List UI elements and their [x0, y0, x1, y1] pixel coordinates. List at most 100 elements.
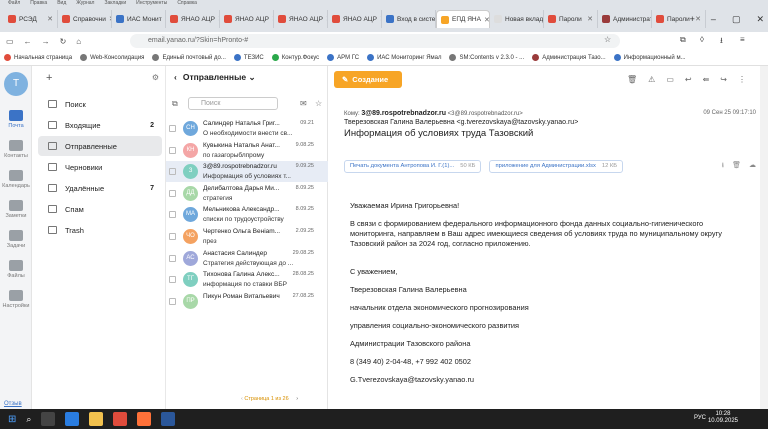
message-row[interactable]: СН Салиндер Наталья Григ... 09.21 О необход…	[166, 118, 328, 139]
attachment-chip[interactable]: Печать документа Антропова И. Г.(1)... 50…	[344, 159, 482, 173]
cloud-icon[interactable]: ☁	[749, 161, 756, 172]
bookmark-item[interactable]: Начальная страница	[4, 54, 72, 61]
explorer-icon[interactable]	[89, 412, 104, 426]
close-tab-icon[interactable]: ✕	[484, 16, 489, 24]
feedback-link[interactable]: Отзыв	[4, 401, 22, 407]
mail-icon[interactable]: ✉	[300, 99, 307, 108]
extensions-icon[interactable]: ⧉	[680, 35, 686, 45]
forward-icon[interactable]: →	[42, 37, 50, 46]
maximize-icon[interactable]: ▢	[732, 14, 741, 25]
move-icon[interactable]: ▭	[666, 75, 674, 84]
close-window-icon[interactable]: ✕	[756, 14, 764, 25]
downloads-icon[interactable]: ⭳	[720, 35, 723, 49]
scrollbar[interactable]	[760, 66, 768, 409]
row-checkbox[interactable]	[169, 146, 176, 154]
close-tab-icon[interactable]: ✕	[47, 15, 53, 23]
folder-item[interactable]: Удалённые 7	[38, 178, 162, 198]
browser-tab[interactable]: Пароли ✕	[544, 10, 598, 28]
browser-tab[interactable]: Вход в систе✕	[382, 10, 436, 28]
attachment-chip[interactable]: приложение для Администрации.xlsx 12 КБ	[489, 159, 624, 173]
row-checkbox[interactable]	[169, 125, 176, 132]
browser-tab[interactable]: ЕПД ЯНА ✕	[436, 10, 490, 28]
folder-item[interactable]: Trash	[38, 220, 162, 240]
bookmark-item[interactable]: АРМ ГС	[327, 54, 359, 61]
bookmark-item[interactable]: ТЕЗИС	[233, 54, 264, 61]
delete-attachments-icon[interactable]: 🗑	[732, 161, 741, 172]
rail-item-contacts[interactable]: Контакты	[0, 140, 32, 159]
settings-gear-icon[interactable]: ⚙	[152, 73, 159, 82]
bookmark-item[interactable]: Информационный м...	[613, 54, 686, 61]
rail-item-calendar[interactable]: Календарь	[0, 170, 32, 189]
reply-all-icon[interactable]: ⇚	[703, 75, 710, 84]
yandex-icon[interactable]	[113, 412, 128, 426]
compose-plus-icon[interactable]: +	[46, 72, 52, 84]
back-arrow-icon[interactable]: ‹	[174, 72, 177, 82]
rail-item-tasks[interactable]: Задачи	[0, 230, 32, 249]
browser-tab[interactable]: ЯНАО АЦР✕	[274, 10, 328, 28]
language-indicator[interactable]: РУС	[694, 415, 706, 421]
browser-tab[interactable]: ЯНАО АЦР✕	[328, 10, 382, 28]
task-view-icon[interactable]	[41, 412, 56, 426]
reload-icon[interactable]: ↻	[60, 37, 67, 46]
forward-mail-icon[interactable]: ↪	[720, 75, 727, 84]
message-row[interactable]: ТГ Тихонова Галина Алекс... 28.08.25 информ…	[166, 269, 328, 290]
start-icon[interactable]: ⊞	[8, 414, 16, 425]
browser-tab[interactable]: ИАС Монит✕	[112, 10, 166, 28]
message-row[interactable]: З 3@89.rospotrebnadzor.ru 9.09.25 Информаци…	[166, 161, 328, 183]
folder-item[interactable]: Черновики	[38, 157, 162, 177]
bookmark-item[interactable]: Web-Консолидация	[80, 54, 144, 61]
rail-item-files[interactable]: Файлы	[0, 260, 32, 279]
browser-tab[interactable]: ЯНАО АЦР✕	[166, 10, 220, 28]
rail-item-settings[interactable]: Настройки	[0, 290, 32, 309]
create-button[interactable]: ✎ Создание	[334, 71, 402, 88]
download-all-icon[interactable]: ⭳	[722, 161, 724, 172]
browser-tab[interactable]: Администрат✕	[598, 10, 652, 28]
message-row[interactable]: ЧО Чертенко Ольга Венiam... 2.09.25 през	[166, 226, 328, 247]
prev-page-icon[interactable]: ‹	[241, 396, 243, 402]
folder-title[interactable]: ‹ Отправленные ⌄	[174, 72, 256, 83]
browser-tab[interactable]: ЯНАО АЦР✕	[220, 10, 274, 28]
avatar[interactable]: Т	[4, 72, 28, 96]
message-row[interactable]: ПР Пикун Роман Витальевич 27.08.25	[166, 291, 328, 312]
folder-item[interactable]: Спам	[38, 199, 162, 219]
next-page-icon[interactable]: ›	[296, 396, 298, 402]
folder-item[interactable]: Поиск	[38, 94, 162, 114]
bookmark-item[interactable]: ИАС Мониторинг Ямал	[367, 54, 441, 61]
browser-tab[interactable]: Новая вкладка✕	[490, 10, 544, 28]
word-icon[interactable]	[161, 412, 176, 426]
chevron-down-icon[interactable]: ⌄	[248, 72, 255, 82]
back-icon[interactable]: ←	[24, 37, 32, 46]
recipient-name[interactable]: 3@89.rospotrebnadzor.ru	[361, 110, 446, 117]
spam-icon[interactable]: ⚠	[648, 75, 655, 84]
rail-item-notes[interactable]: Заметки	[0, 200, 32, 219]
home-icon[interactable]: ⌂	[76, 37, 81, 46]
delete-icon[interactable]: 🗑	[627, 75, 637, 84]
message-row[interactable]: АС Анастасия Салиндер 29.08.25 Стратегия де…	[166, 248, 328, 269]
bookmark-star-icon[interactable]: ☆	[604, 35, 611, 44]
row-checkbox[interactable]	[169, 189, 176, 197]
sender[interactable]: Тверезовская Галина Валерьевна <g.tverez…	[344, 119, 756, 126]
star-icon[interactable]: ☆	[315, 99, 322, 108]
message-row[interactable]: ДД Делибалтова Дарья Ми... 8.09.25 стратеги…	[166, 183, 328, 204]
row-checkbox[interactable]	[169, 276, 176, 284]
row-checkbox[interactable]	[169, 254, 176, 262]
search-input[interactable]: Поиск	[188, 97, 278, 110]
reply-icon[interactable]: ↩	[685, 75, 692, 84]
row-checkbox[interactable]	[169, 233, 176, 240]
rail-item-mail[interactable]: Почта	[0, 110, 32, 129]
firefox-icon[interactable]	[137, 412, 152, 426]
new-tab-icon[interactable]: +	[690, 14, 695, 25]
close-tab-icon[interactable]: ✕	[587, 15, 593, 23]
minimize-icon[interactable]: –	[711, 14, 716, 25]
menu-icon[interactable]: ≡	[740, 35, 745, 44]
row-checkbox[interactable]	[169, 297, 176, 305]
clock[interactable]: 10:28 10.09.2025	[708, 411, 738, 425]
bookmark-item[interactable]: Контур.Фокус	[271, 54, 319, 61]
sidebar-toggle-icon[interactable]: ▭	[6, 37, 14, 46]
row-checkbox[interactable]	[169, 168, 176, 176]
edge-icon[interactable]	[65, 412, 80, 426]
bookmark-item[interactable]: Администрация Тазо...	[532, 54, 606, 61]
bookmark-item[interactable]: Единый почтовый до...	[152, 54, 226, 61]
message-row[interactable]: МА Мельникова Александр... 8.09.25 списки п…	[166, 204, 328, 225]
shield-icon[interactable]: ◊	[700, 35, 704, 44]
